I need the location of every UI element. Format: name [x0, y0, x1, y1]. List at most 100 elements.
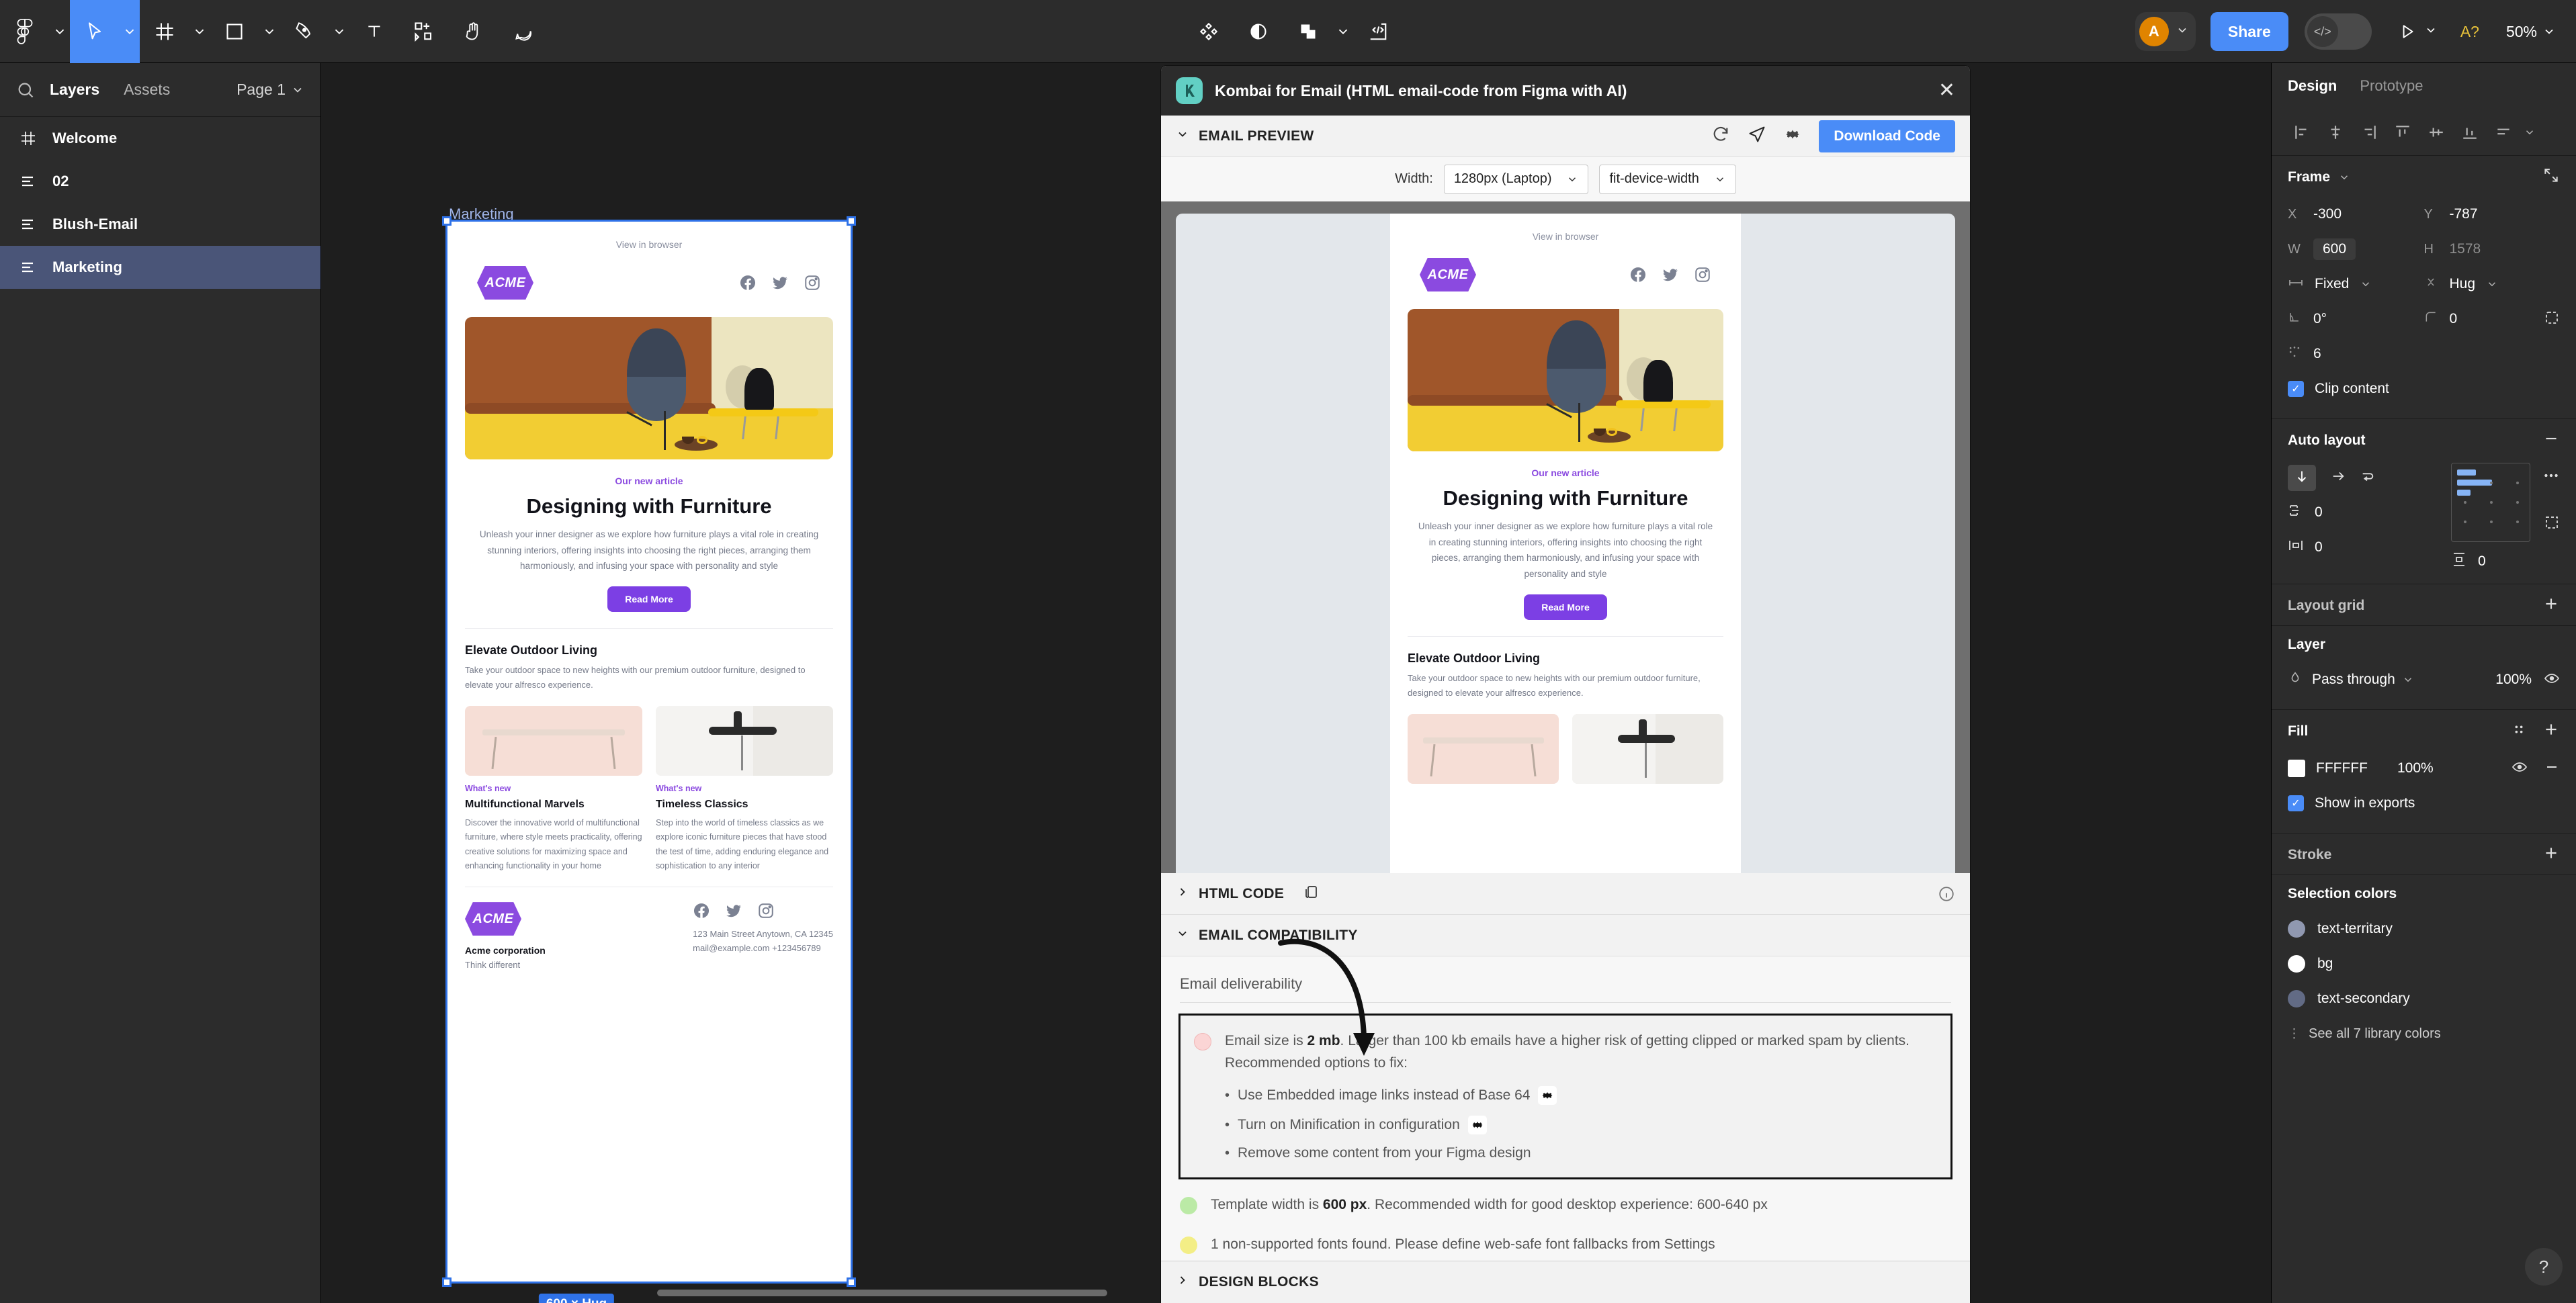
- view-in-browser-link[interactable]: View in browser: [447, 222, 851, 250]
- alignment-chevron-down-icon[interactable]: [2520, 126, 2539, 138]
- fill-styles-icon[interactable]: [2511, 722, 2526, 740]
- sidebar-item-blush-email[interactable]: Blush-Email: [0, 203, 320, 246]
- chevron-right-icon[interactable]: [1176, 885, 1189, 903]
- selection-color-item[interactable]: bg: [2288, 946, 2560, 981]
- add-stroke-icon[interactable]: [2542, 844, 2560, 865]
- user-avatar-menu[interactable]: A: [2135, 12, 2196, 51]
- info-icon[interactable]: [1938, 885, 1955, 903]
- figma-logo-icon[interactable]: [0, 0, 50, 63]
- search-icon[interactable]: [16, 81, 35, 99]
- dev-mode-toggle[interactable]: </>: [2304, 13, 2372, 50]
- frame-tool-icon[interactable]: [140, 0, 189, 63]
- tab-assets[interactable]: Assets: [124, 81, 170, 99]
- clip-content-row[interactable]: ✓ Clip content: [2288, 371, 2560, 406]
- auto-layout-more-options-icon[interactable]: [2542, 467, 2560, 488]
- width-select[interactable]: 1280px (Laptop): [1443, 164, 1589, 194]
- help-button[interactable]: ?: [2525, 1248, 2563, 1286]
- chevron-down-icon[interactable]: [1176, 927, 1189, 944]
- move-tool-icon[interactable]: [70, 0, 120, 63]
- components-icon[interactable]: [1184, 0, 1234, 63]
- selected-frame[interactable]: View in browser ACME Our new article Des…: [442, 216, 856, 1287]
- email-preview-stage[interactable]: View in browser ACME Our new article Des…: [1161, 201, 1970, 873]
- padding-horizontal-field[interactable]: 0: [2288, 530, 2439, 565]
- present-button[interactable]: [2399, 22, 2438, 41]
- resize-handle[interactable]: [847, 1277, 856, 1287]
- gear-icon[interactable]: [1784, 126, 1801, 146]
- extra-field[interactable]: 6: [2288, 345, 2424, 363]
- add-fill-icon[interactable]: [2542, 721, 2560, 742]
- align-right-icon[interactable]: [2352, 124, 2386, 141]
- layout-direction-horizontal-icon[interactable]: [2331, 469, 2346, 487]
- gap-field[interactable]: 0: [2288, 495, 2439, 530]
- x-field[interactable]: X -300: [2288, 206, 2424, 222]
- remove-auto-layout-icon[interactable]: [2542, 430, 2560, 451]
- tab-prototype[interactable]: Prototype: [2360, 77, 2423, 95]
- preview-read-more-button[interactable]: Read More: [1524, 594, 1607, 620]
- fill-opacity-value[interactable]: 100%: [2397, 760, 2434, 776]
- page-selector[interactable]: Page 1: [237, 81, 304, 99]
- clip-content-checkbox[interactable]: ✓: [2288, 381, 2304, 397]
- vertical-resizing-select[interactable]: Hug: [2424, 275, 2561, 293]
- width-field[interactable]: W 600: [2288, 238, 2424, 260]
- fit-mode-select[interactable]: fit-device-width: [1599, 164, 1736, 194]
- canvas-horizontal-scrollbar[interactable]: [657, 1290, 1107, 1296]
- tab-design[interactable]: Design: [2288, 77, 2337, 95]
- selection-color-item[interactable]: text-territary: [2288, 911, 2560, 946]
- rotation-field[interactable]: 0°: [2288, 310, 2424, 328]
- canvas-frame-label[interactable]: Marketing: [449, 206, 514, 223]
- pen-tool-icon[interactable]: [280, 0, 329, 63]
- frame-title-dropdown[interactable]: Frame: [2288, 169, 2350, 185]
- blend-mode-value[interactable]: Pass through: [2312, 672, 2395, 688]
- read-more-button[interactable]: Read More: [607, 586, 691, 612]
- fill-hex-value[interactable]: FFFFFF: [2316, 760, 2368, 776]
- distribute-more-icon[interactable]: [2487, 124, 2520, 141]
- align-bottom-icon[interactable]: [2453, 124, 2487, 141]
- fill-color-swatch[interactable]: [2288, 760, 2305, 777]
- email-preview-section-header[interactable]: EMAIL PREVIEW Download Code: [1161, 116, 1970, 157]
- individual-padding-icon[interactable]: [2544, 514, 2560, 534]
- horizontal-resizing-select[interactable]: Fixed: [2288, 276, 2424, 292]
- text-tool-icon[interactable]: [349, 0, 399, 63]
- contrast-icon[interactable]: [1234, 0, 1283, 63]
- download-code-button[interactable]: Download Code: [1819, 120, 1955, 152]
- move-tool-chevron-down-icon[interactable]: [120, 0, 140, 63]
- chevron-down-icon[interactable]: [1176, 128, 1189, 145]
- align-top-icon[interactable]: [2386, 124, 2419, 141]
- align-left-icon[interactable]: [2285, 124, 2319, 141]
- boolean-chevron-down-icon[interactable]: [1333, 0, 1353, 63]
- layout-direction-vertical-icon[interactable]: [2288, 464, 2316, 491]
- gear-icon[interactable]: [1538, 1086, 1557, 1106]
- dev-code-icon[interactable]: [1353, 0, 1403, 63]
- resize-handle[interactable]: [442, 1277, 452, 1287]
- height-field[interactable]: H 1578: [2424, 241, 2561, 257]
- show-in-exports-checkbox[interactable]: ✓: [2288, 795, 2304, 811]
- font-warning-badge[interactable]: A?: [2460, 23, 2479, 41]
- align-vertical-center-icon[interactable]: [2419, 124, 2453, 141]
- html-code-section-header[interactable]: HTML CODE: [1161, 873, 1970, 915]
- add-layout-grid-icon[interactable]: [2542, 595, 2560, 616]
- show-in-exports-row[interactable]: ✓ Show in exports: [2288, 786, 2560, 821]
- shape-tool-chevron-down-icon[interactable]: [259, 0, 280, 63]
- resize-handle[interactable]: [442, 216, 452, 226]
- design-blocks-section-header[interactable]: DESIGN BLOCKS: [1161, 1261, 1970, 1303]
- pen-tool-chevron-down-icon[interactable]: [329, 0, 349, 63]
- close-icon[interactable]: ✕: [1938, 81, 1955, 101]
- comment-tool-icon[interactable]: [499, 0, 548, 63]
- actions-tool-icon[interactable]: [399, 0, 449, 63]
- alignment-grid-widget[interactable]: [2451, 463, 2530, 542]
- selection-color-item[interactable]: text-secondary: [2288, 981, 2560, 1016]
- eye-icon[interactable]: [2544, 670, 2560, 690]
- share-button[interactable]: Share: [2210, 12, 2288, 51]
- zoom-control[interactable]: 50%: [2506, 23, 2556, 41]
- corner-radius-field[interactable]: 0: [2424, 310, 2561, 328]
- hand-tool-icon[interactable]: [449, 0, 499, 63]
- gear-icon[interactable]: [1467, 1116, 1487, 1135]
- eye-icon[interactable]: [2511, 759, 2528, 778]
- boolean-union-icon[interactable]: [1283, 0, 1333, 63]
- sidebar-item-02[interactable]: 02: [0, 160, 320, 203]
- refresh-icon[interactable]: [1711, 125, 1730, 147]
- sidebar-item-marketing[interactable]: Marketing: [0, 246, 320, 289]
- layer-opacity-value[interactable]: 100%: [2495, 672, 2532, 688]
- chevron-right-icon[interactable]: [1176, 1273, 1189, 1291]
- align-horizontal-center-icon[interactable]: [2319, 124, 2352, 141]
